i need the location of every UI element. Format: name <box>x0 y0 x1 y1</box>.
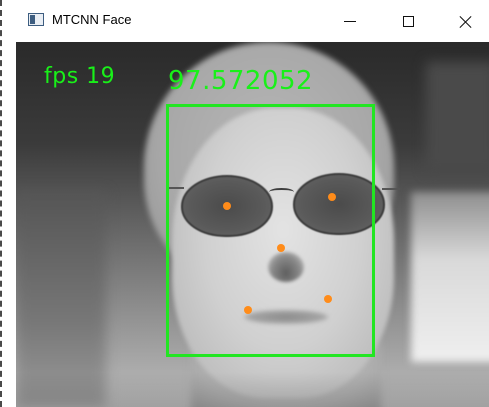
fps-label: fps 19 <box>44 64 116 89</box>
close-icon <box>459 15 472 28</box>
confidence-score: 97.572052 <box>168 66 314 96</box>
minimize-button[interactable] <box>327 0 373 42</box>
camera-frame: fps 19 97.572052 <box>16 42 489 407</box>
close-button[interactable] <box>442 0 488 42</box>
background-right-shadow <box>426 62 489 172</box>
landmark-left-eye <box>223 202 231 210</box>
minimize-icon <box>344 20 356 22</box>
landmark-nose <box>277 244 285 252</box>
frame-bottom-shade <box>16 372 489 407</box>
title-bar[interactable]: MTCNN Face <box>4 0 489 42</box>
maximize-icon <box>402 15 414 27</box>
landmark-right-eye <box>328 193 336 201</box>
window-title: MTCNN Face <box>52 12 132 27</box>
face-bounding-box <box>166 104 375 357</box>
glasses-temple-right <box>382 188 400 190</box>
landmark-mouth-left <box>244 306 252 314</box>
app-window-icon <box>28 13 44 26</box>
background-right-light <box>411 192 489 362</box>
maximize-button[interactable] <box>385 0 431 42</box>
landmark-mouth-right <box>324 295 332 303</box>
app-window: MTCNN Face fps 19 97.572052 <box>0 0 489 407</box>
